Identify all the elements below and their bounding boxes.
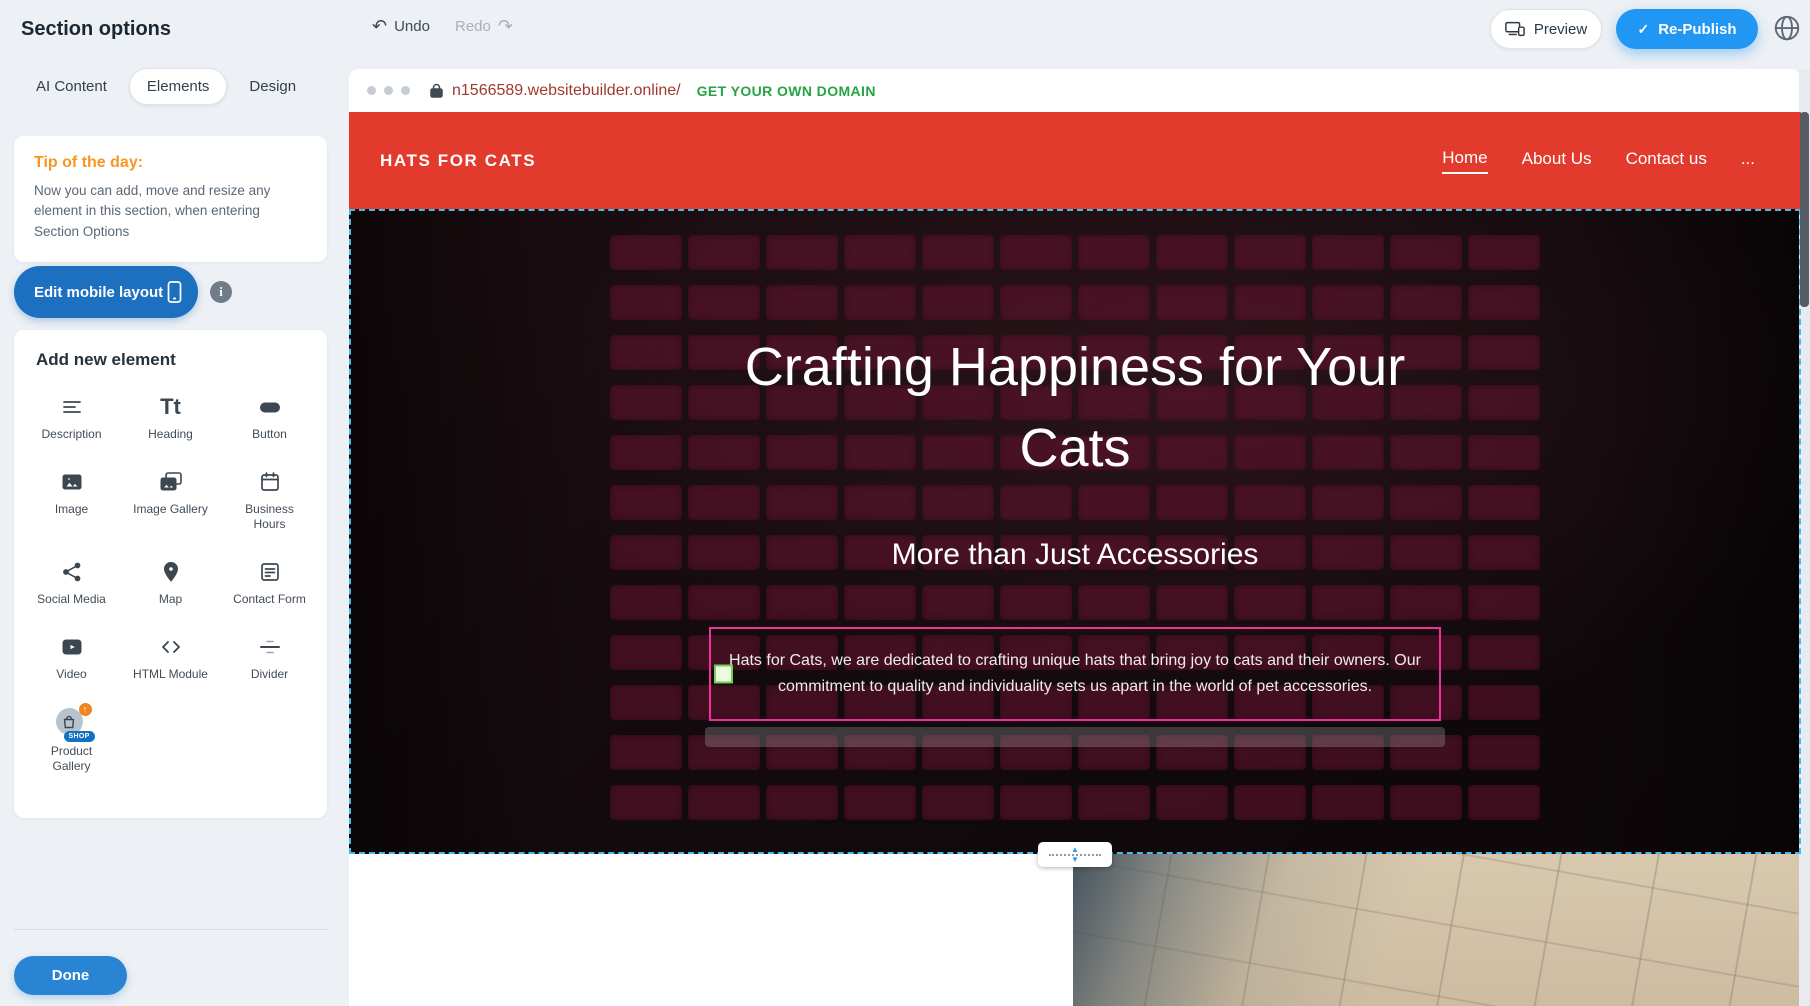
preview-button[interactable]: Preview <box>1490 9 1602 49</box>
section-resize-handle[interactable]: ▲ ▼ <box>1038 842 1112 867</box>
info-icon[interactable]: i <box>210 281 232 303</box>
social-media-icon <box>60 558 84 586</box>
hero-section[interactable]: Crafting Happiness for Your Cats More th… <box>349 209 1801 854</box>
element-grid: Description Tt Heading Button Image <box>22 384 319 783</box>
sidebar-divider <box>14 929 327 930</box>
element-item-video[interactable]: Video <box>22 624 121 691</box>
republish-button[interactable]: ✓ Re-Publish <box>1616 9 1758 49</box>
site-logo[interactable]: HATS FOR CATS <box>380 151 536 171</box>
element-item-image[interactable]: Image <box>22 459 121 541</box>
element-label: Video <box>56 667 86 682</box>
undo-label: Undo <box>394 18 430 35</box>
hero-paragraph[interactable]: Hats for Cats, we are dedicated to craft… <box>711 648 1439 701</box>
element-label: HTML Module <box>133 667 208 682</box>
business-hours-icon <box>258 468 282 496</box>
html-module-icon <box>159 633 183 661</box>
tip-title: Tip of the day: <box>34 154 307 172</box>
element-item-divider[interactable]: Divider <box>220 624 319 691</box>
element-toolbar-ghost <box>705 727 1445 747</box>
browser-bar: n1566589.websitebuilder.online/ GET YOUR… <box>349 69 1801 112</box>
element-item-social-media[interactable]: Social Media <box>22 549 121 616</box>
tab-elements[interactable]: Elements <box>129 68 228 105</box>
hero-heading[interactable]: Crafting Happiness for Your Cats <box>690 327 1460 489</box>
element-label: Image <box>55 502 88 517</box>
canvas-scrollbar-thumb[interactable] <box>1800 112 1809 307</box>
selected-paragraph-box[interactable]: Hats for Cats, we are dedicated to craft… <box>709 627 1441 721</box>
site-header[interactable]: HATS FOR CATS Home About Us Contact us .… <box>349 112 1801 209</box>
tab-design[interactable]: Design <box>231 68 314 105</box>
lock-icon <box>430 83 443 98</box>
nav-item-contact[interactable]: Contact us <box>1626 149 1707 173</box>
divider-icon <box>258 633 282 661</box>
redo-button[interactable]: Redo ↷ <box>455 17 513 35</box>
get-domain-link[interactable]: GET YOUR OWN DOMAIN <box>697 83 876 99</box>
image-gallery-icon <box>158 468 184 496</box>
window-controls <box>367 86 410 95</box>
phone-icon <box>167 281 182 303</box>
element-item-map[interactable]: Map <box>121 549 220 616</box>
next-section-blank[interactable] <box>349 854 1073 1006</box>
element-item-product-gallery[interactable]: ↑ SHOP Product Gallery <box>22 699 121 783</box>
upgrade-badge-icon: ↑ <box>79 703 92 716</box>
app-window: Section options ↶ Undo Redo ↷ Preview ✓ … <box>0 0 1810 1006</box>
undo-button[interactable]: ↶ Undo <box>372 17 430 35</box>
element-label: Divider <box>251 667 288 682</box>
element-label: Heading <box>148 427 193 442</box>
add-element-panel: Add new element Description Tt Heading B… <box>14 330 327 818</box>
hero-subheading[interactable]: More than Just Accessories <box>725 532 1425 577</box>
edit-mobile-layout-button[interactable]: Edit mobile layout <box>14 266 198 318</box>
shop-pill: SHOP <box>64 731 95 742</box>
tab-ai-content[interactable]: AI Content <box>18 68 125 105</box>
product-gallery-icon: ↑ SHOP <box>54 708 90 738</box>
button-icon <box>258 393 282 421</box>
element-label: Map <box>159 592 182 607</box>
add-element-title: Add new element <box>36 350 319 370</box>
check-icon: ✓ <box>1637 21 1649 38</box>
element-item-image-gallery[interactable]: Image Gallery <box>121 459 220 541</box>
map-icon <box>159 558 183 586</box>
heading-icon: Tt <box>160 393 181 421</box>
language-globe-icon[interactable] <box>1772 13 1804 45</box>
element-label: Business Hours <box>232 502 308 532</box>
element-label: Product Gallery <box>34 744 110 774</box>
nav-item-about[interactable]: About Us <box>1522 149 1592 173</box>
redo-label: Redo <box>455 18 491 35</box>
element-item-contact-form[interactable]: Contact Form <box>220 549 319 616</box>
tip-body: Now you can add, move and resize any ele… <box>34 181 307 242</box>
element-item-button[interactable]: Button <box>220 384 319 451</box>
element-label: Contact Form <box>233 592 306 607</box>
sidebar-tabs: AI Content Elements Design <box>18 68 314 105</box>
image-icon <box>60 468 84 496</box>
element-label: Description <box>41 427 101 442</box>
devices-icon <box>1505 21 1525 37</box>
element-item-heading[interactable]: Tt Heading <box>121 384 220 451</box>
arrow-down-icon: ▼ <box>1071 857 1079 863</box>
drag-handle[interactable] <box>714 665 733 684</box>
redo-icon: ↷ <box>498 17 513 35</box>
arrow-up-icon: ▲ <box>1071 847 1079 853</box>
element-label: Image Gallery <box>133 502 208 517</box>
element-item-business-hours[interactable]: Business Hours <box>220 459 319 541</box>
undo-icon: ↶ <box>372 17 387 35</box>
element-label: Social Media <box>37 592 106 607</box>
element-item-description[interactable]: Description <box>22 384 121 451</box>
element-item-html-module[interactable]: HTML Module <box>121 624 220 691</box>
nav-item-home[interactable]: Home <box>1442 148 1487 174</box>
tip-card: Tip of the day: Now you can add, move an… <box>14 136 327 262</box>
contact-form-icon <box>258 558 282 586</box>
done-button[interactable]: Done <box>14 956 127 995</box>
video-icon <box>60 633 84 661</box>
element-label: Button <box>252 427 287 442</box>
republish-label: Re-Publish <box>1658 21 1736 38</box>
edit-mobile-label: Edit mobile layout <box>34 284 163 301</box>
site-url[interactable]: n1566589.websitebuilder.online/ <box>452 82 681 100</box>
site-nav: Home About Us Contact us ... <box>1442 148 1755 174</box>
page-title: Section options <box>21 18 171 41</box>
nav-item-more[interactable]: ... <box>1741 149 1755 173</box>
next-section-photo[interactable] <box>1073 854 1801 1006</box>
preview-label: Preview <box>1534 21 1587 38</box>
description-icon <box>60 393 84 421</box>
